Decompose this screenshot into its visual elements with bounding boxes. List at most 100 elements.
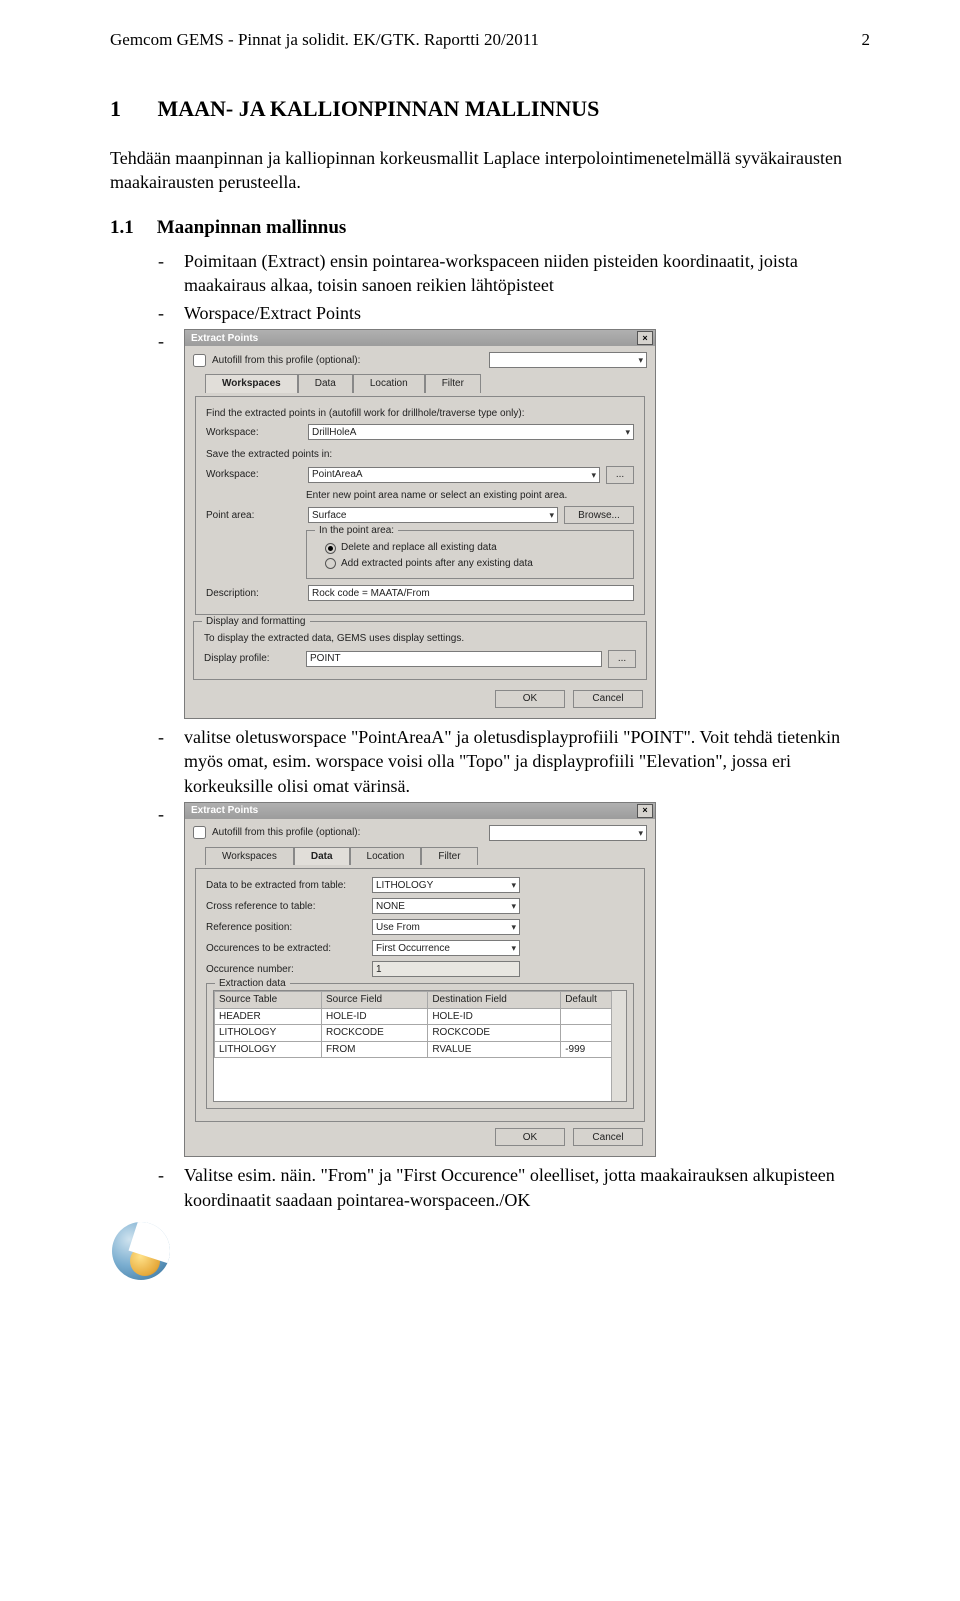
save-note: Save the extracted points in: bbox=[206, 448, 634, 462]
pointarea-group-label: In the point area: bbox=[315, 524, 398, 538]
radio-append[interactable]: Add extracted points after any existing … bbox=[325, 557, 623, 571]
data-table-dropdown[interactable]: LITHOLOGY bbox=[372, 877, 520, 893]
cancel-button[interactable]: Cancel bbox=[573, 690, 643, 708]
tab-filter[interactable]: Filter bbox=[421, 847, 477, 866]
autofill-label: Autofill from this profile (optional): bbox=[212, 354, 360, 368]
extraction-table-wrap: Source Table Source Field Destination Fi… bbox=[213, 990, 627, 1102]
table-row[interactable]: LITHOLOGYROCKCODEROCKCODE bbox=[215, 1025, 626, 1042]
list-item: Worspace/Extract Points bbox=[158, 301, 870, 325]
table-cell: FROM bbox=[321, 1041, 427, 1058]
autofill-checkbox[interactable] bbox=[193, 354, 206, 367]
table-cell: ROCKCODE bbox=[321, 1025, 427, 1042]
close-icon[interactable]: × bbox=[637, 804, 653, 818]
page-number: 2 bbox=[862, 30, 871, 50]
cancel-button[interactable]: Cancel bbox=[573, 1128, 643, 1146]
tab-panel-workspaces: Find the extracted points in (autofill w… bbox=[195, 396, 645, 616]
list-item: Extract Points × Autofill from this prof… bbox=[158, 329, 870, 719]
occurrences-label: Occurences to be extracted: bbox=[206, 942, 366, 956]
list-item: valitse oletusworspace "PointAreaA" ja o… bbox=[158, 725, 870, 798]
section-intro: Tehdään maanpinnan ja kalliopinnan korke… bbox=[110, 146, 870, 195]
occurrence-num-field: 1 bbox=[372, 961, 520, 977]
table-cell: RVALUE bbox=[428, 1041, 561, 1058]
section-heading: 1 MAAN- JA KALLIONPINNAN MALLINNUS bbox=[110, 96, 870, 122]
autofill-label: Autofill from this profile (optional): bbox=[212, 826, 360, 840]
pointarea-dropdown[interactable]: Surface bbox=[308, 507, 558, 523]
radio-replace[interactable]: Delete and replace all existing data bbox=[325, 541, 623, 555]
display-group-label: Display and formatting bbox=[202, 615, 310, 629]
tab-location[interactable]: Location bbox=[353, 374, 425, 393]
tab-location[interactable]: Location bbox=[350, 847, 422, 866]
tab-workspaces[interactable]: Workspaces bbox=[205, 374, 298, 393]
dialog-tabs: Workspaces Data Location Filter bbox=[205, 373, 647, 392]
radio-label: Delete and replace all existing data bbox=[341, 541, 497, 555]
enter-name-note: Enter new point area name or select an e… bbox=[306, 489, 634, 503]
col-source-table: Source Table bbox=[215, 992, 322, 1009]
workspace-label: Workspace: bbox=[206, 468, 302, 482]
workspace-label: Workspace: bbox=[206, 426, 302, 440]
table-cell: LITHOLOGY bbox=[215, 1041, 322, 1058]
extract-points-dialog-2: Extract Points × Autofill from this prof… bbox=[184, 802, 656, 1158]
dialog-title: Extract Points bbox=[191, 332, 258, 346]
list-item: Extract Points × Autofill from this prof… bbox=[158, 802, 870, 1158]
gtk-logo-icon bbox=[110, 1220, 172, 1282]
data-table-label: Data to be extracted from table: bbox=[206, 879, 366, 893]
list-item: Valitse esim. näin. "From" ja "First Occ… bbox=[158, 1163, 870, 1212]
extract-points-dialog-1: Extract Points × Autofill from this prof… bbox=[184, 329, 656, 719]
display-note: To display the extracted data, GEMS uses… bbox=[204, 632, 636, 646]
dialog-tabs: Workspaces Data Location Filter bbox=[205, 846, 647, 865]
xref-dropdown[interactable]: NONE bbox=[372, 898, 520, 914]
scrollbar[interactable] bbox=[611, 991, 626, 1101]
pointarea-label: Point area: bbox=[206, 509, 302, 523]
dialog-titlebar: Extract Points × bbox=[185, 330, 655, 346]
ok-button[interactable]: OK bbox=[495, 690, 565, 708]
close-icon[interactable]: × bbox=[637, 331, 653, 345]
tab-data[interactable]: Data bbox=[294, 847, 350, 866]
description-field[interactable]: Rock code = MAATA/From bbox=[308, 585, 634, 601]
table-row[interactable]: LITHOLOGYFROMRVALUE-999 bbox=[215, 1041, 626, 1058]
tab-data[interactable]: Data bbox=[298, 374, 353, 393]
autofill-checkbox[interactable] bbox=[193, 826, 206, 839]
tab-workspaces[interactable]: Workspaces bbox=[205, 847, 294, 866]
workspace-dest-dropdown[interactable]: PointAreaA bbox=[308, 467, 600, 483]
browse-button[interactable]: Browse... bbox=[564, 506, 634, 524]
table-cell: LITHOLOGY bbox=[215, 1025, 322, 1042]
table-cell: HOLE-ID bbox=[428, 1008, 561, 1025]
radio-label: Add extracted points after any existing … bbox=[341, 557, 533, 571]
table-row[interactable]: HEADERHOLE-IDHOLE-ID bbox=[215, 1008, 626, 1025]
description-label: Description: bbox=[206, 587, 302, 601]
display-profile-more-button[interactable]: ... bbox=[608, 650, 636, 668]
page-header: Gemcom GEMS - Pinnat ja solidit. EK/GTK.… bbox=[110, 30, 870, 50]
dialog-title: Extract Points bbox=[191, 804, 258, 818]
subsection-title: Maanpinnan mallinnus bbox=[157, 217, 347, 238]
section-title-text: MAAN- JA KALLIONPINNAN MALLINNUS bbox=[158, 96, 600, 121]
find-note: Find the extracted points in (autofill w… bbox=[206, 407, 634, 421]
table-cell: HOLE-ID bbox=[321, 1008, 427, 1025]
table-cell: HEADER bbox=[215, 1008, 322, 1025]
ok-button[interactable]: OK bbox=[495, 1128, 565, 1146]
xref-label: Cross reference to table: bbox=[206, 900, 366, 914]
autofill-profile-dropdown[interactable] bbox=[489, 352, 647, 368]
col-dest-field: Destination Field bbox=[428, 992, 561, 1009]
refpos-label: Reference position: bbox=[206, 921, 366, 935]
list-item: Poimitaan (Extract) ensin pointarea-work… bbox=[158, 249, 870, 298]
occurrence-num-label: Occurence number: bbox=[206, 963, 366, 977]
display-profile-field[interactable]: POINT bbox=[306, 651, 602, 667]
table-cell: ROCKCODE bbox=[428, 1025, 561, 1042]
header-left: Gemcom GEMS - Pinnat ja solidit. EK/GTK.… bbox=[110, 30, 539, 50]
extraction-table[interactable]: Source Table Source Field Destination Fi… bbox=[214, 991, 626, 1058]
display-profile-label: Display profile: bbox=[204, 652, 300, 666]
col-source-field: Source Field bbox=[321, 992, 427, 1009]
autofill-profile-dropdown[interactable] bbox=[489, 825, 647, 841]
bullet-list-1: Poimitaan (Extract) ensin pointarea-work… bbox=[158, 249, 870, 1212]
section-number: 1 bbox=[110, 96, 152, 122]
occurrences-dropdown[interactable]: First Occurrence bbox=[372, 940, 520, 956]
tab-panel-data: Data to be extracted from table: LITHOLO… bbox=[195, 868, 645, 1122]
extraction-group-label: Extraction data bbox=[215, 977, 290, 991]
subsection-number: 1.1 bbox=[110, 217, 152, 239]
workspace-source-dropdown[interactable]: DrillHoleA bbox=[308, 424, 634, 440]
subsection-heading: 1.1 Maanpinnan mallinnus bbox=[110, 217, 870, 239]
dialog-titlebar: Extract Points × bbox=[185, 803, 655, 819]
tab-filter[interactable]: Filter bbox=[425, 374, 481, 393]
workspace-more-button[interactable]: ... bbox=[606, 466, 634, 484]
refpos-dropdown[interactable]: Use From bbox=[372, 919, 520, 935]
